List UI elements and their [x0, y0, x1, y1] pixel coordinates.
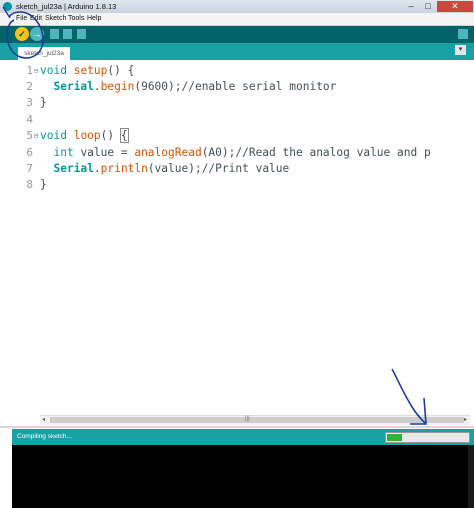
status-text: Compiling sketch... — [17, 433, 72, 440]
code-text: () { — [107, 64, 135, 77]
code-text: (value);//Print value — [147, 162, 290, 175]
code-text: . — [93, 80, 101, 93]
matched-brace: { — [119, 128, 129, 143]
serial-monitor-icon[interactable] — [458, 29, 468, 39]
tab-strip: sketch_jul23a — [0, 43, 474, 60]
code-line-6: int value = analogRead(A0);//Read the an… — [40, 146, 431, 159]
function-name: println — [100, 162, 148, 175]
line-number: 4 — [26, 113, 33, 126]
code-line-5: void loop() { — [40, 128, 129, 143]
menu-file[interactable]: File — [16, 15, 27, 22]
function-name: setup — [73, 64, 108, 77]
line-number: 8 — [26, 178, 33, 191]
title-bar: sketch_jul23a | Arduino 1.8.13 – □ ✕ — [0, 0, 474, 13]
object-name: Serial — [53, 80, 94, 93]
menu-bar: File Edit Sketch Tools Help — [0, 13, 474, 26]
code-line-8: } — [40, 178, 47, 191]
pane-divider[interactable] — [0, 426, 474, 428]
scroll-right-icon[interactable]: ▸ — [464, 416, 467, 423]
scroll-thumb[interactable]: ||| — [50, 416, 464, 423]
console-scrollbar[interactable] — [468, 445, 474, 508]
keyword: void — [40, 129, 67, 142]
tab-sketch[interactable]: sketch_jul23a — [18, 47, 70, 60]
save-icon[interactable] — [77, 29, 86, 39]
line-number: 2 — [26, 80, 33, 93]
toolbar: ✓ → — [0, 26, 474, 43]
scroll-grip-icon: ||| — [245, 416, 250, 422]
line-number: 5 — [26, 129, 33, 142]
function-name: loop — [73, 129, 101, 142]
horizontal-scrollbar[interactable]: ◂ ||| ▸ — [40, 415, 470, 425]
arduino-icon — [3, 2, 12, 11]
code-text: () — [100, 129, 121, 142]
menu-help[interactable]: Help — [87, 15, 101, 22]
code-editor[interactable]: 1 2 3 4 5 6 7 8 ⊟ ⊟ void setup() { Seria… — [0, 60, 474, 416]
upload-icon[interactable]: → — [30, 27, 44, 41]
line-number: 1 — [26, 64, 33, 77]
maximize-button[interactable]: □ — [420, 1, 436, 12]
progress-fill — [387, 434, 402, 441]
window-title: sketch_jul23a | Arduino 1.8.13 — [16, 2, 117, 11]
line-number: 7 — [26, 162, 33, 175]
menu-sketch[interactable]: Sketch — [45, 15, 66, 22]
scroll-left-icon[interactable]: ◂ — [42, 416, 45, 423]
minimize-button[interactable]: – — [403, 1, 419, 12]
tab-menu-chevron-down-icon[interactable]: ▾ — [455, 45, 466, 55]
fold-icon[interactable]: ⊟ — [34, 132, 38, 140]
code-line-7: Serial.println(value);//Print value — [40, 162, 289, 175]
code-line-3: } — [40, 96, 47, 109]
keyword: int — [53, 146, 74, 159]
function-name: analogRead — [134, 146, 202, 159]
function-name: begin — [100, 80, 135, 93]
new-icon[interactable] — [50, 29, 59, 39]
object-name: Serial — [53, 162, 94, 175]
code-line-2: Serial.begin(9600);//enable serial monit… — [40, 80, 336, 93]
code-text: (9600);//enable serial monitor — [134, 80, 337, 93]
fold-icon[interactable]: ⊟ — [34, 67, 38, 75]
code-line-1: void setup() { — [40, 64, 134, 77]
code-text: . — [93, 162, 101, 175]
line-gutter: 1 2 3 4 5 6 7 8 ⊟ ⊟ — [0, 60, 40, 416]
status-bar: Compiling sketch... — [12, 429, 474, 445]
line-number: 3 — [26, 96, 33, 109]
keyword: void — [40, 64, 67, 77]
open-icon[interactable] — [63, 29, 72, 39]
menu-tools[interactable]: Tools — [68, 15, 84, 22]
line-number: 6 — [26, 146, 33, 159]
code-text: (A0);//Read the analog value and p — [201, 146, 431, 159]
menu-edit[interactable]: Edit — [30, 15, 42, 22]
verify-icon[interactable]: ✓ — [15, 27, 29, 41]
close-button[interactable]: ✕ — [437, 1, 473, 12]
left-margin — [0, 429, 12, 508]
progress-bar — [385, 432, 470, 443]
console-output[interactable] — [12, 445, 474, 508]
code-text: value = — [73, 146, 135, 159]
